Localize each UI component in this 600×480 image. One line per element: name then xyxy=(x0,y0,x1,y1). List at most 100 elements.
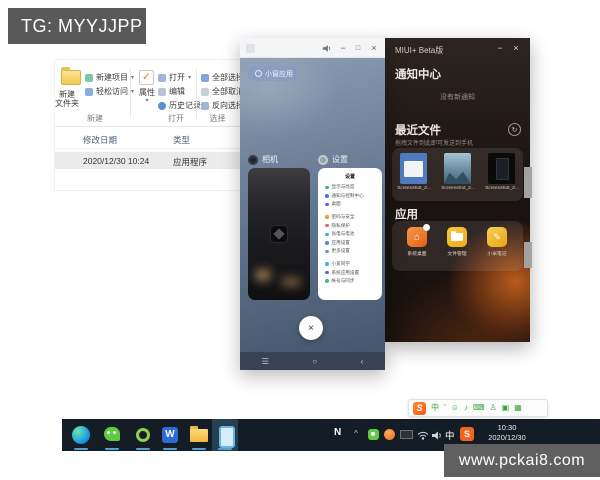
settings-item-label: 小爱同学 xyxy=(332,261,350,267)
settings-recent-card[interactable]: 设置 显示与亮度 通知与控制中心 桌面 密码与安全 隐私保护 省电与电池 应用设… xyxy=(318,168,382,300)
column-header-date-modified[interactable]: 修改日期 xyxy=(83,134,117,146)
settings-item-icon xyxy=(325,241,329,245)
caret-down-icon: ▾ xyxy=(145,97,148,106)
minimize-button[interactable]: − xyxy=(494,43,506,53)
file-thumbnail[interactable] xyxy=(444,153,471,184)
clear-all-recents-button[interactable]: × xyxy=(299,316,323,340)
sogou-logo-icon[interactable]: S xyxy=(413,402,426,415)
settings-item[interactable]: 系统应用设置 xyxy=(318,268,382,277)
file-thumbnail[interactable] xyxy=(488,153,515,184)
display-tray-icon[interactable] xyxy=(400,430,413,439)
toolbox-icon[interactable]: ▦ xyxy=(514,400,522,416)
history-button[interactable]: 历史记录 xyxy=(158,100,201,111)
new-folder-icon[interactable] xyxy=(61,70,81,85)
properties-check-icon[interactable]: ✓ xyxy=(139,70,154,85)
pencil-glyph: ✎ xyxy=(493,232,501,243)
wechat-tray-icon[interactable] xyxy=(368,429,379,440)
running-indicator xyxy=(192,448,206,450)
edit-button[interactable]: 编辑 xyxy=(158,86,185,97)
keyboard-icon[interactable]: ⌨ xyxy=(473,400,485,416)
easy-access-icon xyxy=(85,88,93,96)
speaker-icon[interactable] xyxy=(319,38,335,58)
voice-input-icon[interactable]: ♪ xyxy=(464,400,468,416)
wechat-taskbar-icon[interactable] xyxy=(104,427,120,441)
invert-selection-icon xyxy=(201,102,209,110)
settings-item[interactable]: 显示与亮度 xyxy=(318,183,382,192)
invert-selection-button[interactable]: 反向选择 xyxy=(201,100,240,111)
new-item-button[interactable]: 新建项目 ▾ xyxy=(85,72,134,83)
app-launcher[interactable]: ⌂ 系统桌面 xyxy=(400,227,434,257)
settings-item-label: 密码与安全 xyxy=(332,214,355,220)
punctuation-icon[interactable]: ’ xyxy=(444,400,446,416)
phone-mirror-taskbar-icon-active[interactable] xyxy=(212,419,238,451)
file-row[interactable]: 2020/12/30 10:24 应用程序 xyxy=(55,152,240,169)
camera-recent-card[interactable] xyxy=(248,168,310,300)
wps-taskbar-icon[interactable]: W xyxy=(162,427,178,443)
maximize-button[interactable]: □ xyxy=(350,38,366,58)
account-icon[interactable]: ♙ xyxy=(490,400,497,416)
back-nav-button[interactable]: ‹ xyxy=(361,357,364,366)
emoji-icon[interactable]: ☺ xyxy=(451,400,459,416)
open-icon xyxy=(158,74,166,82)
ribbon-bottom-border xyxy=(55,126,240,127)
settings-item[interactable]: 省电与电池 xyxy=(318,230,382,239)
edge-taskbar-icon[interactable] xyxy=(72,426,90,444)
settings-item[interactable]: 隐私保护 xyxy=(318,221,382,230)
properties-button[interactable]: 属性 ▾ xyxy=(133,88,161,106)
new-folder-button[interactable]: 新建 文件夹 xyxy=(55,90,89,108)
phone-mirror-window: − □ × 小窗应用 相机 设置 设置 xyxy=(240,38,385,370)
network-icon[interactable] xyxy=(417,428,429,439)
settings-item-icon xyxy=(325,233,329,237)
settings-item-label: 帐号与同步 xyxy=(332,278,355,284)
settings-item[interactable]: 应用设置 xyxy=(318,239,382,248)
file-manager-icon xyxy=(447,227,467,247)
scrollbar-fragment xyxy=(524,167,532,198)
skin-icon[interactable]: ▣ xyxy=(502,400,510,416)
app-notes[interactable]: ✎ 小米笔记 xyxy=(480,227,514,257)
camera-card-header[interactable]: 相机 xyxy=(248,154,278,165)
file-name: Screenshot_2... xyxy=(439,186,477,191)
column-header-type[interactable]: 类型 xyxy=(173,134,190,146)
taskbar-clock[interactable]: 10:30 2020/12/30 xyxy=(478,423,536,443)
mirror-titlebar[interactable]: − □ × xyxy=(240,38,385,58)
settings-item[interactable]: 通知与控制中心 xyxy=(318,192,382,201)
settings-item[interactable]: 桌面 xyxy=(318,200,382,209)
settings-item[interactable]: 小爱同学 xyxy=(318,260,382,269)
close-button[interactable]: × xyxy=(366,38,382,58)
settings-card-header[interactable]: 设置 xyxy=(318,154,348,165)
select-none-button[interactable]: 全部取消 xyxy=(201,86,240,97)
refresh-button[interactable]: ↻ xyxy=(508,123,521,136)
green-ring-taskbar-icon[interactable] xyxy=(136,428,150,442)
settings-item-icon xyxy=(325,250,329,254)
sogou-tray-icon[interactable]: S xyxy=(460,427,474,441)
header-divider xyxy=(55,148,240,149)
miui-plus-window: MIUI+ Beta版 − × 通知中心 没有新通知 最近文件 拖拽文件到此即可… xyxy=(385,38,530,342)
ribbon-group-new: 新建 xyxy=(63,113,127,124)
settings-item[interactable]: 帐号与同步 xyxy=(318,277,382,286)
settings-item[interactable]: 更多设置 xyxy=(318,247,382,256)
sogou-ime-toolbar: S 中 ’ ☺ ♪ ⌨ ♙ ▣ ▦ xyxy=(408,399,548,417)
volume-icon[interactable] xyxy=(431,428,443,439)
edit-label: 编辑 xyxy=(169,86,185,97)
settings-item[interactable]: 密码与安全 xyxy=(318,213,382,222)
minimize-button[interactable]: − xyxy=(335,38,351,58)
easy-access-button[interactable]: 轻松访问 ▾ xyxy=(85,86,134,97)
file-thumbnail[interactable] xyxy=(400,153,427,184)
home-nav-button[interactable]: ○ xyxy=(312,357,317,366)
ime-indicator[interactable]: 中 xyxy=(445,428,455,442)
select-all-button[interactable]: 全部选择 xyxy=(201,72,240,83)
file-explorer-taskbar-icon[interactable] xyxy=(190,429,208,442)
flame-tray-icon[interactable] xyxy=(384,429,395,440)
open-button[interactable]: 打开 ▾ xyxy=(158,72,191,83)
small-window-apps-button[interactable]: 小窗应用 xyxy=(248,66,300,81)
recents-nav-button[interactable]: ☰ xyxy=(262,357,269,366)
ime-mode-icon[interactable]: 中 xyxy=(431,400,439,416)
tray-n-icon[interactable]: N xyxy=(334,427,341,438)
close-button[interactable]: × xyxy=(510,43,522,53)
apps-card: ⌂ 系统桌面 文件管理 ✎ 小米笔记 xyxy=(392,221,523,271)
app-file-manager[interactable]: 文件管理 xyxy=(440,227,474,257)
show-hidden-icons-chevron[interactable]: ^ xyxy=(354,429,358,438)
ribbon-divider xyxy=(196,68,197,118)
new-item-label: 新建项目 xyxy=(96,72,128,83)
app-badge xyxy=(423,224,430,231)
